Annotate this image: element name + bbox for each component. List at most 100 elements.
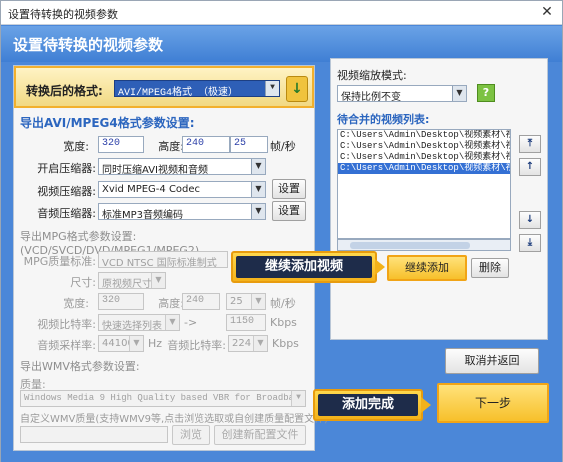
mpg-quality-label: MPG质量标准: xyxy=(23,255,96,268)
audio-bitrate-value: 224 xyxy=(232,338,252,349)
chevron-down-icon: ▼ xyxy=(251,294,265,309)
mpg-fps-value: 25 xyxy=(230,296,243,307)
audio-setup-button[interactable]: 设置 xyxy=(272,201,306,221)
close-icon[interactable]: ✕ xyxy=(538,4,556,21)
samplerate-select[interactable]: 44100 ▼ xyxy=(98,335,144,352)
right-panel: 视频缩放模式: 保持比例不变 ▼ ? 待合并的视频列表: C:\Users\Adm… xyxy=(330,58,548,340)
list-item[interactable]: C:\Users\Admin\Desktop\视频素材\视频 xyxy=(338,130,510,141)
add-more-callout: 继续添加视频 xyxy=(231,251,385,283)
samplerate-unit: Hz xyxy=(148,337,163,350)
list-item[interactable]: C:\Users\Admin\Desktop\视频素材\视频 xyxy=(338,152,510,163)
zoom-mode-select[interactable]: 保持比例不变 ▼ xyxy=(337,85,467,102)
wmv-create-button[interactable]: 创建新配置文件 xyxy=(214,425,306,445)
chevron-down-icon: ▼ xyxy=(251,204,265,219)
zoom-mode-label: 视频缩放模式: xyxy=(337,69,407,82)
download-icon[interactable]: ↓ xyxy=(286,76,308,102)
avi-width-label: 宽度: xyxy=(63,140,89,153)
window-title: 设置待转换的视频参数 xyxy=(8,8,118,21)
avi-section-title: 导出AVI/MPEG4格式参数设置: xyxy=(20,116,195,130)
mpg-bitrate-select[interactable]: 快速选择列表 ▼ xyxy=(98,314,180,331)
compressor-value: 同时压缩AVI视频和音频 xyxy=(102,165,208,175)
mpg-height-label: 高度: xyxy=(158,297,184,310)
wmv-browse-button[interactable]: 浏览 xyxy=(172,425,210,445)
wmv-custom-label: 自定义WMV质量(支持WMV9等,点击浏览选取或自创建质量配置文件) xyxy=(20,414,329,425)
done-callout: 添加完成 xyxy=(313,389,431,421)
format-row: 转换后的格式: AVI/MPEG4格式 （极速） ▼ ↓ xyxy=(14,66,314,108)
done-callout-text: 添加完成 xyxy=(318,394,418,416)
move-down-icon[interactable]: ↓ xyxy=(519,211,541,229)
move-top-icon[interactable]: ⤒ xyxy=(519,135,541,153)
mpg-fps-select[interactable]: 25 ▼ xyxy=(226,293,266,310)
mpg-size-label: 尺寸: xyxy=(70,276,96,289)
list-horizontal-scrollbar[interactable] xyxy=(337,239,511,251)
chevron-down-icon: ▼ xyxy=(452,86,466,101)
avi-fps-input[interactable]: 25 xyxy=(230,136,268,153)
wmv-section-title: 导出WMV格式参数设置: xyxy=(20,360,140,373)
next-step-button[interactable]: 下一步 xyxy=(437,383,549,423)
compressor-select[interactable]: 同时压缩AVI视频和音频 ▼ xyxy=(98,158,266,175)
video-compressor-label: 视频压缩器: xyxy=(37,185,96,198)
chevron-down-icon: ▼ xyxy=(129,336,143,351)
video-setup-button[interactable]: 设置 xyxy=(272,179,306,199)
scrollbar-thumb[interactable] xyxy=(350,242,470,249)
mpg-size-select[interactable]: 原视频尺寸 ▼ xyxy=(98,272,166,289)
audio-bitrate-select[interactable]: 224 ▼ xyxy=(228,335,268,352)
avi-fps-unit: 帧/秒 xyxy=(270,140,296,153)
format-select[interactable]: AVI/MPEG4格式 （极速） ▼ xyxy=(114,80,280,97)
chevron-down-icon: ▼ xyxy=(251,182,265,197)
mpg-bitrate-input[interactable]: 1150 xyxy=(226,314,266,331)
mpg-bitrate-unit: Kbps xyxy=(270,316,297,329)
merge-video-list[interactable]: C:\Users\Admin\Desktop\视频素材\视频 C:\Users\… xyxy=(337,129,511,239)
mpg-width-label: 宽度: xyxy=(63,297,89,310)
move-bottom-icon[interactable]: ⤓ xyxy=(519,234,541,252)
mpg-height-input[interactable]: 240 xyxy=(182,293,220,310)
header-banner: 设置待转换的视频参数 xyxy=(1,26,562,62)
audio-bitrate-unit: Kbps xyxy=(272,337,299,350)
audio-bitrate-label: 音频比特率: xyxy=(167,339,226,352)
delete-button[interactable]: 删除 xyxy=(471,258,509,278)
mpg-quality-value: VCD NTSC 国际标准制式 xyxy=(102,258,217,268)
wmv-quality-value: Windows Media 9 High Quality based VBR f… xyxy=(24,393,306,403)
mpg-bitrate-label: 视频比特率: xyxy=(37,318,96,331)
avi-height-label: 高度: xyxy=(158,140,184,153)
avi-height-input[interactable]: 240 xyxy=(182,136,230,153)
chevron-down-icon: ▼ xyxy=(291,391,305,406)
list-item[interactable]: C:\Users\Admin\Desktop\视频素材\视频 xyxy=(338,141,510,152)
mpg-size-value: 原视频尺寸 xyxy=(102,279,152,289)
dialog-window: 设置待转换的视频参数 ✕ 设置待转换的视频参数 转换后的格式: AVI/MPEG… xyxy=(0,0,563,462)
video-compressor-select[interactable]: Xvid MPEG-4 Codec ▼ xyxy=(98,181,266,198)
samplerate-label: 音频采样率: xyxy=(37,339,96,352)
audio-compressor-select[interactable]: 标准MP3音频编码 ▼ xyxy=(98,203,266,220)
mpg-bitrate-value: 快速选择列表 xyxy=(102,321,162,331)
list-item-selected[interactable]: C:\Users\Admin\Desktop\视频素材\视频 xyxy=(338,163,510,174)
chevron-down-icon: ▼ xyxy=(165,315,179,330)
chevron-down-icon: ▼ xyxy=(265,81,279,96)
mpg-width-input[interactable]: 320 xyxy=(98,293,144,310)
title-bar: 设置待转换的视频参数 ✕ xyxy=(1,1,562,25)
help-icon[interactable]: ? xyxy=(477,84,495,102)
compressor-label: 开启压缩器: xyxy=(37,162,96,175)
chevron-down-icon: ▼ xyxy=(251,159,265,174)
callout-arrow xyxy=(421,397,431,413)
format-label: 转换后的格式: xyxy=(26,84,103,98)
audio-compressor-value: 标准MP3音频编码 xyxy=(102,210,184,220)
audio-compressor-label: 音频压缩器: xyxy=(37,207,96,220)
video-compressor-value: Xvid MPEG-4 Codec xyxy=(102,184,201,195)
avi-width-input[interactable]: 320 xyxy=(98,136,144,153)
page-title: 设置待转换的视频参数 xyxy=(13,36,164,54)
add-more-callout-text: 继续添加视频 xyxy=(236,256,372,278)
chevron-down-icon: ▼ xyxy=(253,336,267,351)
add-more-button[interactable]: 继续添加 xyxy=(387,255,467,281)
mpg-quality-select[interactable]: VCD NTSC 国际标准制式 xyxy=(98,251,228,268)
mpg-fps-unit: 帧/秒 xyxy=(270,297,296,310)
bitrate-arrow: -> xyxy=(184,316,198,329)
merge-list-title: 待合并的视频列表: xyxy=(337,113,430,126)
callout-arrow xyxy=(375,259,385,275)
wmv-custom-path-input[interactable] xyxy=(20,426,168,443)
cancel-return-button[interactable]: 取消并返回 xyxy=(445,348,539,374)
wmv-quality-select[interactable]: Windows Media 9 High Quality based VBR f… xyxy=(20,390,306,407)
zoom-mode-value: 保持比例不变 xyxy=(341,92,401,102)
move-up-icon[interactable]: ↑ xyxy=(519,158,541,176)
format-value: AVI/MPEG4格式 （极速） xyxy=(118,88,239,97)
chevron-down-icon: ▼ xyxy=(151,273,165,288)
